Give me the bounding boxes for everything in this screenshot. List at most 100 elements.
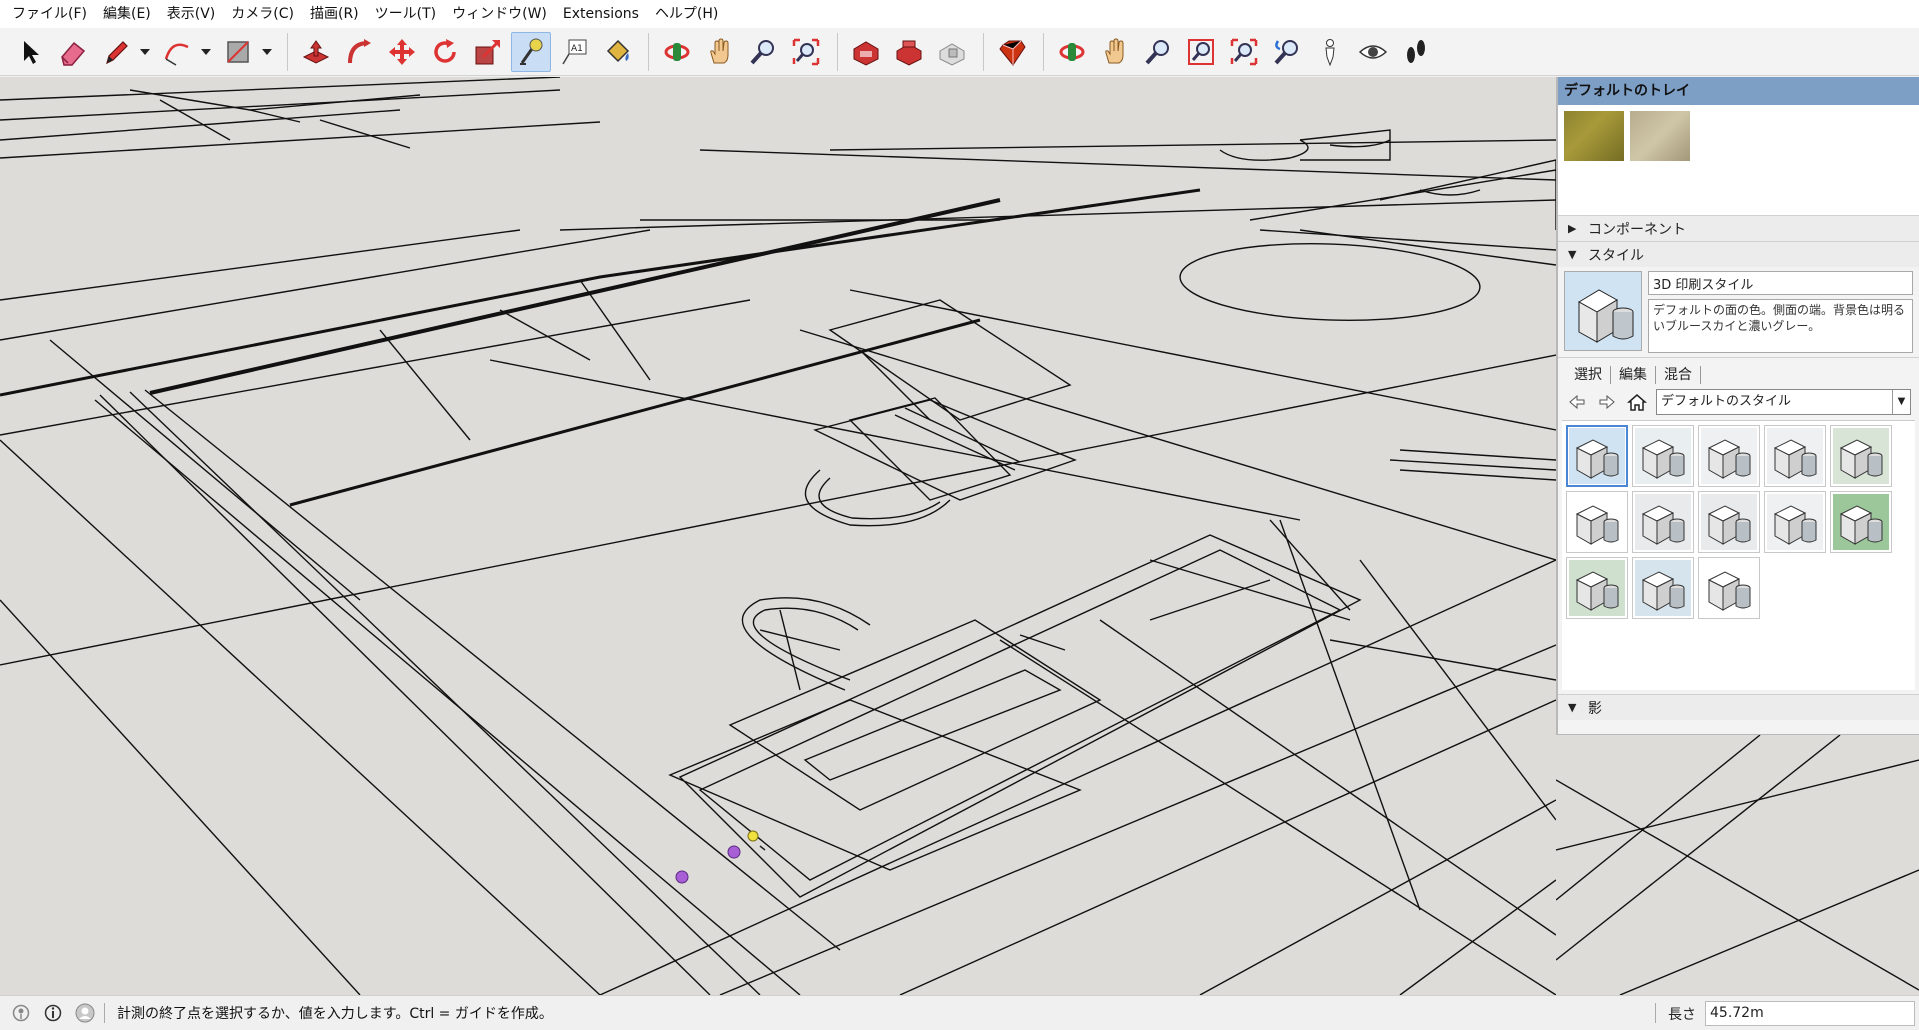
shadows-label: 影	[1588, 700, 1602, 717]
move-tool-button[interactable]	[382, 32, 422, 72]
style-thumb-6[interactable]	[1566, 491, 1628, 553]
rotate-tool-button[interactable]	[425, 32, 465, 72]
back-arrow-icon[interactable]	[1566, 391, 1588, 413]
push-pull-tool-button[interactable]	[296, 32, 336, 72]
drawing-viewport[interactable]	[0, 77, 1556, 995]
ruby-console-button[interactable]	[992, 32, 1032, 72]
floor-plan-drawing-ext	[1556, 735, 1919, 995]
style-thumb-1[interactable]	[1566, 425, 1628, 487]
menu-window[interactable]: ウィンドウ(W)	[444, 0, 555, 28]
style-thumb-2[interactable]	[1632, 425, 1694, 487]
look-around-button[interactable]	[1353, 32, 1393, 72]
zoom-extents-tool-button-2[interactable]	[1224, 32, 1264, 72]
tab-mix[interactable]: 混合	[1656, 366, 1701, 384]
zoom-tool-button[interactable]	[743, 32, 783, 72]
style-thumb-13[interactable]	[1698, 557, 1760, 619]
styles-section-header[interactable]: ▼ スタイル	[1558, 241, 1919, 267]
tape-measure-tool-button[interactable]	[511, 31, 551, 72]
style-cube-icon	[1833, 428, 1889, 484]
orbit-tool-button[interactable]	[657, 32, 697, 72]
hand-icon	[710, 37, 729, 63]
previous-view-icon	[1274, 39, 1298, 64]
menu-camera[interactable]: カメラ(C)	[223, 0, 302, 28]
pan-tool-button-2[interactable]	[1095, 32, 1135, 72]
previous-view-button[interactable]	[1267, 32, 1307, 72]
style-cube-icon	[1569, 428, 1625, 484]
credits-info-icon[interactable]	[42, 1002, 64, 1024]
style-cube-icon	[1635, 428, 1691, 484]
menu-extensions[interactable]: Extensions	[555, 0, 647, 28]
eraser-tool-button[interactable]	[53, 32, 93, 72]
tray-title[interactable]: デフォルトのトレイ	[1558, 77, 1919, 105]
style-name-field[interactable]: 3D 印刷スタイル	[1648, 271, 1913, 295]
rectangle-tool-button[interactable]	[218, 32, 258, 72]
geolocation-icon[interactable]	[10, 1002, 32, 1024]
magnifier-icon	[1145, 39, 1169, 64]
share-component-button[interactable]	[889, 32, 929, 72]
material-swatch-moss[interactable]	[1564, 111, 1624, 161]
orbit-tool-button-2[interactable]	[1052, 32, 1092, 72]
style-cube-icon	[1701, 494, 1757, 550]
style-description-field[interactable]: デフォルトの面の色。側面の端。背景色は明るいブルースカイと濃いグレー。	[1648, 299, 1913, 353]
inference-point	[747, 830, 759, 842]
menu-bar: ファイル(F) 編集(E) 表示(V) カメラ(C) 描画(R) ツール(T) …	[0, 0, 1919, 28]
forward-arrow-icon[interactable]	[1596, 391, 1618, 413]
style-thumb-7[interactable]	[1632, 491, 1694, 553]
zoom-extents-icon	[1230, 38, 1258, 65]
toolbar: A1	[0, 28, 1919, 76]
shadows-section-header[interactable]: ▼ 影	[1558, 694, 1919, 720]
components-section-header[interactable]: ▶ コンポーネント	[1558, 215, 1919, 241]
measurement-value-input[interactable]: 45.72m	[1705, 1001, 1915, 1026]
zoom-tool-button-2[interactable]	[1138, 32, 1178, 72]
expanded-triangle-icon: ▼	[1568, 701, 1577, 714]
menu-edit[interactable]: 編集(E)	[95, 0, 159, 28]
3d-warehouse-button[interactable]	[846, 32, 886, 72]
tab-edit[interactable]: 編集	[1611, 366, 1656, 384]
menu-tools[interactable]: ツール(T)	[367, 0, 444, 28]
paint-bucket-tool-button[interactable]	[597, 32, 637, 72]
toolbar-separator	[648, 32, 649, 71]
walk-tool-button[interactable]	[1396, 32, 1436, 72]
menu-help[interactable]: ヘルプ(H)	[647, 0, 726, 28]
floor-plan-drawing	[0, 77, 1556, 995]
style-thumb-4[interactable]	[1764, 425, 1826, 487]
arc-icon	[164, 43, 189, 66]
style-thumbnail[interactable]	[1564, 271, 1642, 351]
tab-select[interactable]: 選択	[1566, 366, 1611, 384]
style-thumb-10[interactable]	[1830, 491, 1892, 553]
line-tool-button[interactable]	[96, 32, 136, 72]
line-tool-dropdown[interactable]	[139, 32, 151, 72]
select-tool-button[interactable]	[10, 32, 50, 72]
style-thumb-5[interactable]	[1830, 425, 1892, 487]
scale-tool-button[interactable]	[468, 32, 508, 72]
text-tool-button[interactable]: A1	[554, 32, 594, 72]
position-camera-button[interactable]	[1310, 32, 1350, 72]
style-collection-select[interactable]: デフォルトのスタイル ▼	[1656, 389, 1911, 415]
style-fields: 3D 印刷スタイル デフォルトの面の色。側面の端。背景色は明るいブルースカイと濃…	[1648, 271, 1913, 353]
zoom-extents-tool-button[interactable]	[786, 32, 826, 72]
person-pin-icon	[1325, 38, 1335, 66]
user-account-icon[interactable]	[74, 1002, 96, 1024]
home-icon[interactable]	[1626, 391, 1648, 413]
orbit-icon	[1059, 42, 1085, 61]
style-thumb-12[interactable]	[1632, 557, 1694, 619]
style-thumb-8[interactable]	[1698, 491, 1760, 553]
extension-warehouse-button[interactable]	[932, 32, 972, 72]
arc-tool-button[interactable]	[157, 32, 197, 72]
material-swatch-wood[interactable]	[1630, 111, 1690, 161]
menu-file[interactable]: ファイル(F)	[4, 0, 95, 28]
style-thumb-11[interactable]	[1566, 557, 1628, 619]
follow-me-tool-button[interactable]	[339, 32, 379, 72]
caret-down-icon	[262, 48, 272, 55]
footprints-icon	[1407, 39, 1425, 63]
scale-icon	[475, 39, 501, 64]
arc-tool-dropdown[interactable]	[200, 32, 212, 72]
drawing-viewport-extension[interactable]	[1556, 735, 1919, 995]
style-thumb-9[interactable]	[1764, 491, 1826, 553]
rectangle-tool-dropdown[interactable]	[261, 32, 273, 72]
zoom-window-tool-button[interactable]	[1181, 32, 1221, 72]
pan-tool-button[interactable]	[700, 32, 740, 72]
menu-draw[interactable]: 描画(R)	[302, 0, 367, 28]
style-thumb-3[interactable]	[1698, 425, 1760, 487]
menu-view[interactable]: 表示(V)	[159, 0, 224, 28]
